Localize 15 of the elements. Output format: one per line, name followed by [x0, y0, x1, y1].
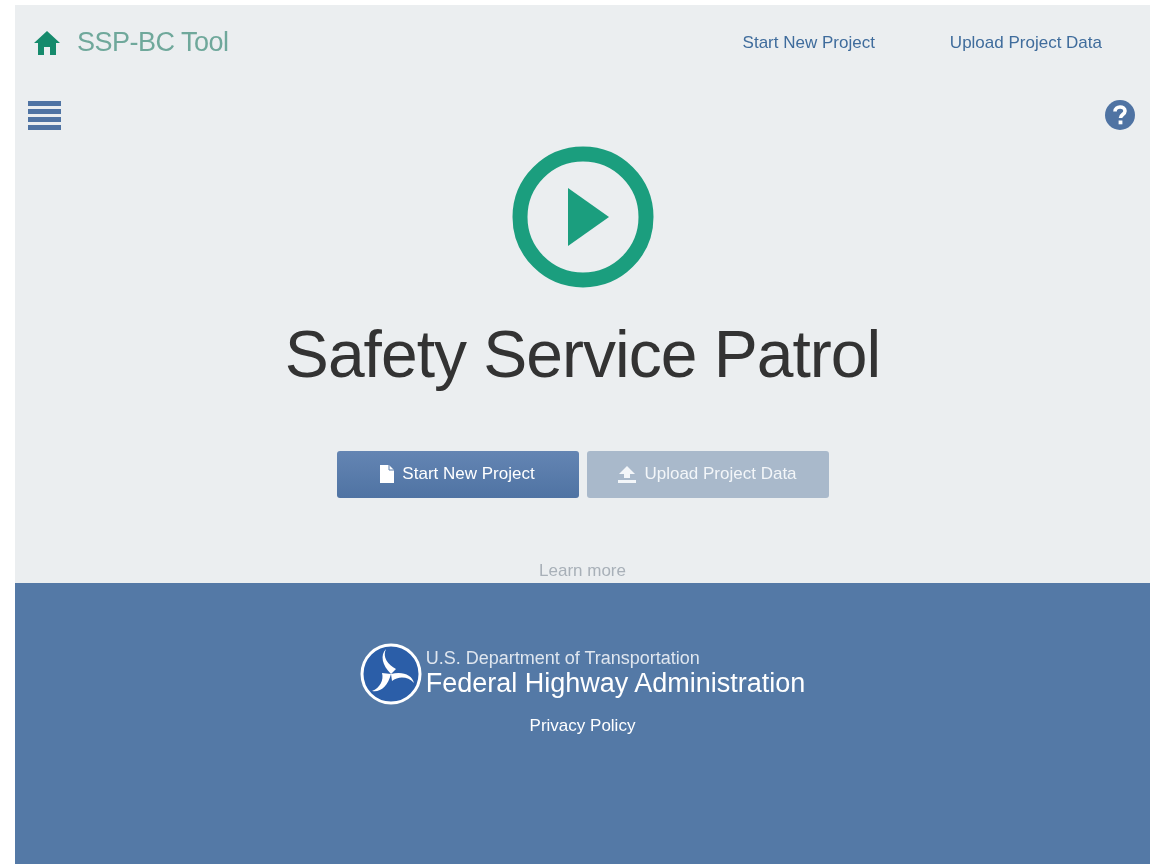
help-icon[interactable]: [1105, 100, 1135, 130]
upload-icon: [618, 465, 637, 483]
menu-icon[interactable]: [28, 100, 61, 130]
new-project-button[interactable]: Start New Project: [336, 450, 579, 498]
play-icon: [511, 146, 654, 288]
privacy-policy-link[interactable]: Privacy Policy: [529, 713, 636, 739]
agency-department: U.S. Department of Transportation: [425, 649, 701, 670]
agency-logo: [359, 643, 422, 706]
document-icon: [380, 465, 395, 484]
nav-link[interactable]: Upload Project Data: [949, 29, 1102, 56]
nav-link[interactable]: Start New Project: [742, 29, 875, 56]
hero-title: Safety Service Patrol: [284, 318, 881, 391]
app-title: SSP-BC Tool: [77, 26, 229, 60]
home-icon[interactable]: [33, 29, 61, 56]
agency-name: Federal Highway Administration: [425, 669, 806, 699]
